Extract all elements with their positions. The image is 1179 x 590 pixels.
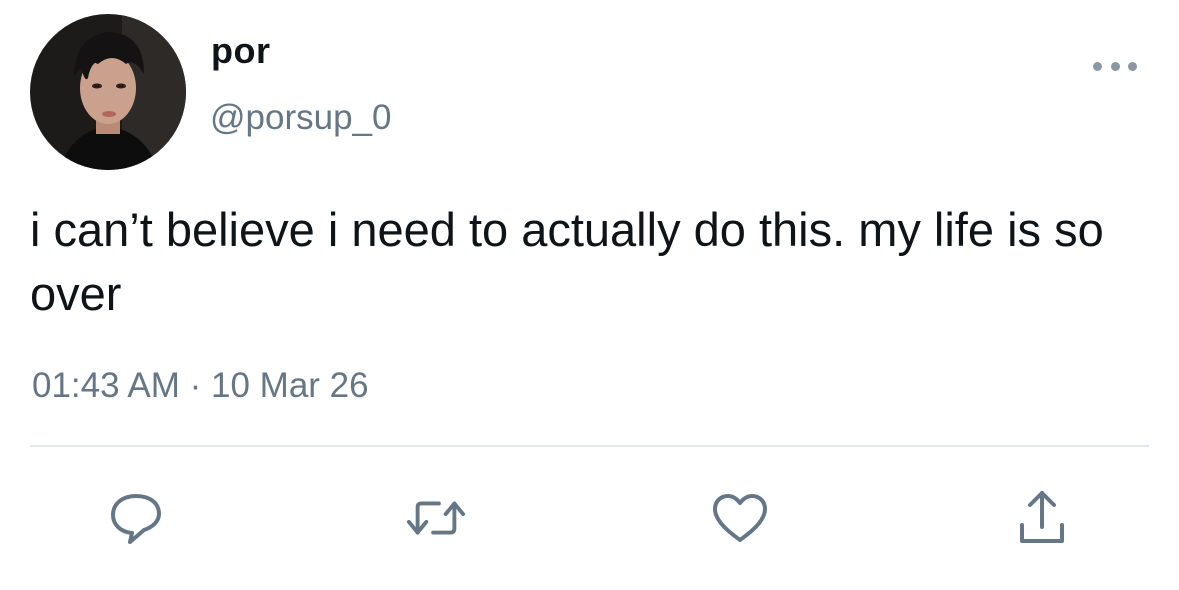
retweet-button[interactable]	[406, 488, 466, 548]
share-button[interactable]	[1012, 488, 1072, 548]
reply-button[interactable]	[106, 488, 166, 548]
tweet-timestamp[interactable]: 01:43 AM · 10 Mar 26	[32, 366, 369, 406]
tweet-time: 01:43 AM	[32, 366, 180, 405]
avatar-photo	[30, 14, 186, 170]
avatar[interactable]	[30, 14, 186, 170]
more-icon-dot	[1128, 61, 1137, 71]
timestamp-separator: ·	[189, 366, 202, 405]
heart-icon	[713, 494, 767, 542]
divider	[30, 445, 1149, 447]
tweet-date: 10 Mar 26	[211, 366, 369, 405]
user-handle[interactable]: @porsup_0	[210, 98, 391, 138]
like-button[interactable]	[710, 488, 770, 548]
reply-icon	[111, 494, 161, 544]
more-icon-dot	[1110, 61, 1120, 71]
retweet-icon	[406, 501, 466, 535]
more-options-button[interactable]	[1093, 55, 1137, 77]
more-horizontal-icon	[1093, 61, 1102, 71]
tweet-text: i can’t believe i need to actually do th…	[30, 203, 1104, 320]
share-icon	[1020, 491, 1064, 543]
display-name[interactable]: por	[211, 30, 271, 72]
